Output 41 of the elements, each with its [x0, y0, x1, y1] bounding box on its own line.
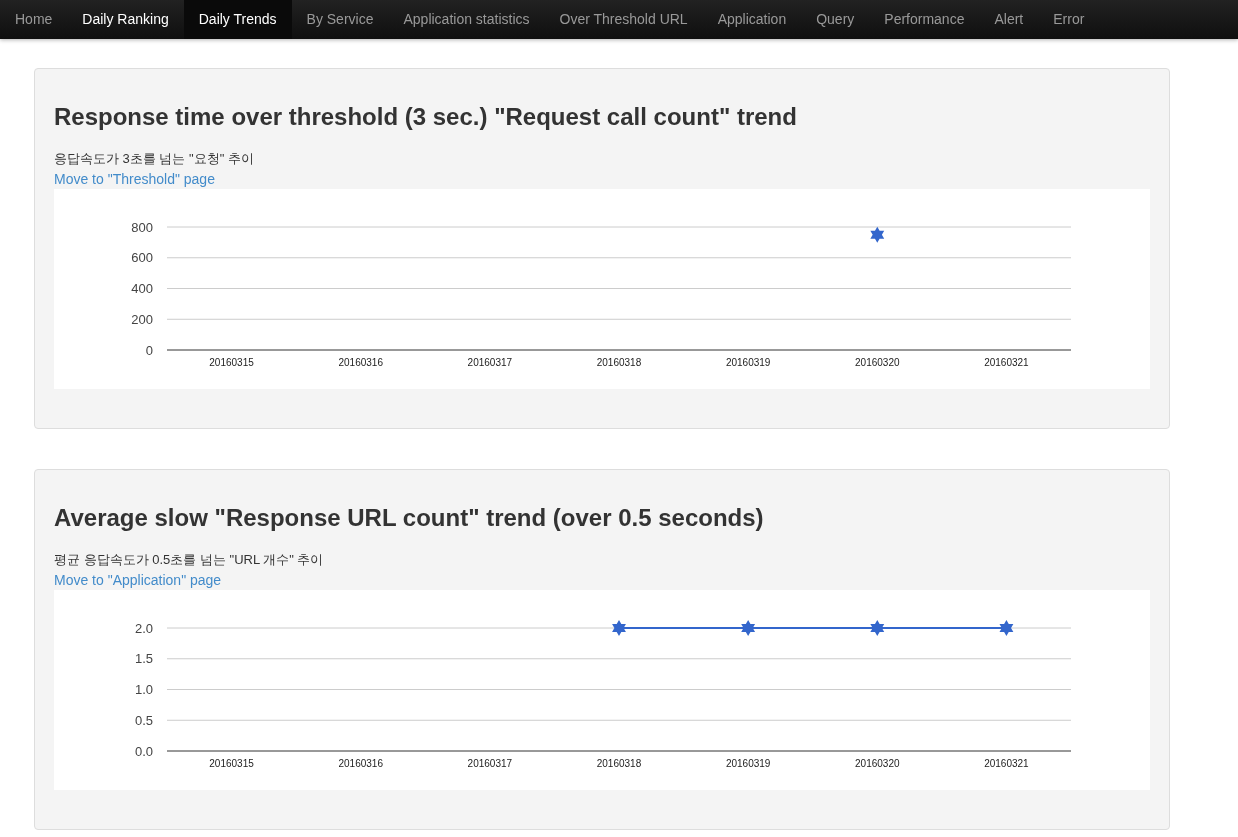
panel-title: Average slow "Response URL count" trend (over 0.5 seconds) [54, 503, 765, 533]
nav-tab[interactable]: By Service [291, 0, 389, 39]
nav-tab[interactable]: Alert [979, 0, 1039, 39]
axis-label: 0.5 [134, 712, 153, 728]
axis-label: 20160321 [984, 758, 1029, 769]
axis-label: 400 [131, 281, 153, 296]
page-link[interactable]: Move to "Application" page [54, 570, 222, 590]
axis-label: 20160315 [209, 357, 254, 368]
axis-label: 20160316 [338, 357, 383, 368]
nav-tab[interactable]: Performance [869, 0, 980, 39]
nav-tab[interactable]: Home [0, 0, 68, 39]
axis-label: 20160317 [467, 758, 513, 769]
axis-label: 2.0 [134, 620, 153, 636]
panel-subtitle: 응답속도가 3초를 넘는 "요청" 추이 [54, 150, 254, 168]
page-link[interactable]: Move to "Threshold" page [54, 169, 215, 189]
axis-label: 800 [131, 219, 153, 235]
axis-label: 20160319 [725, 357, 771, 368]
axis-label: 20160317 [467, 357, 513, 368]
nav-tab[interactable]: Error [1038, 0, 1100, 39]
nav-tab[interactable]: Query [801, 0, 870, 39]
nav-tab[interactable]: Daily Trends [183, 0, 292, 39]
axis-label: 20160315 [209, 758, 254, 769]
axis-label: 20160318 [596, 758, 642, 769]
axis-label: 20160319 [725, 758, 771, 769]
axis-label: 1.5 [134, 651, 153, 667]
axis-label: 200 [131, 311, 153, 327]
axis-label: 0 [145, 342, 153, 358]
axis-label: 20160316 [338, 758, 383, 769]
nav-tab[interactable]: Daily Ranking [67, 0, 184, 39]
axis-label: 20160321 [984, 357, 1029, 368]
nav-tab[interactable]: Application [702, 0, 802, 39]
axis-label: 600 [131, 250, 153, 266]
nav-tab[interactable]: Application statistics [388, 0, 545, 39]
axis-label: 20160318 [596, 357, 642, 368]
axis-label: 1.0 [134, 682, 153, 697]
panel-title: Response time over threshold (3 sec.) "Request call count" trend [54, 102, 798, 132]
panel-subtitle: 평균 응답속도가 0.5초를 넘는 "URL 개수" 추이 [54, 551, 324, 569]
axis-label: 0.0 [134, 743, 153, 759]
axis-label: 20160320 [855, 357, 900, 368]
axis-label: 20160320 [855, 758, 900, 769]
nav-tab[interactable]: Over Threshold URL [544, 0, 703, 39]
